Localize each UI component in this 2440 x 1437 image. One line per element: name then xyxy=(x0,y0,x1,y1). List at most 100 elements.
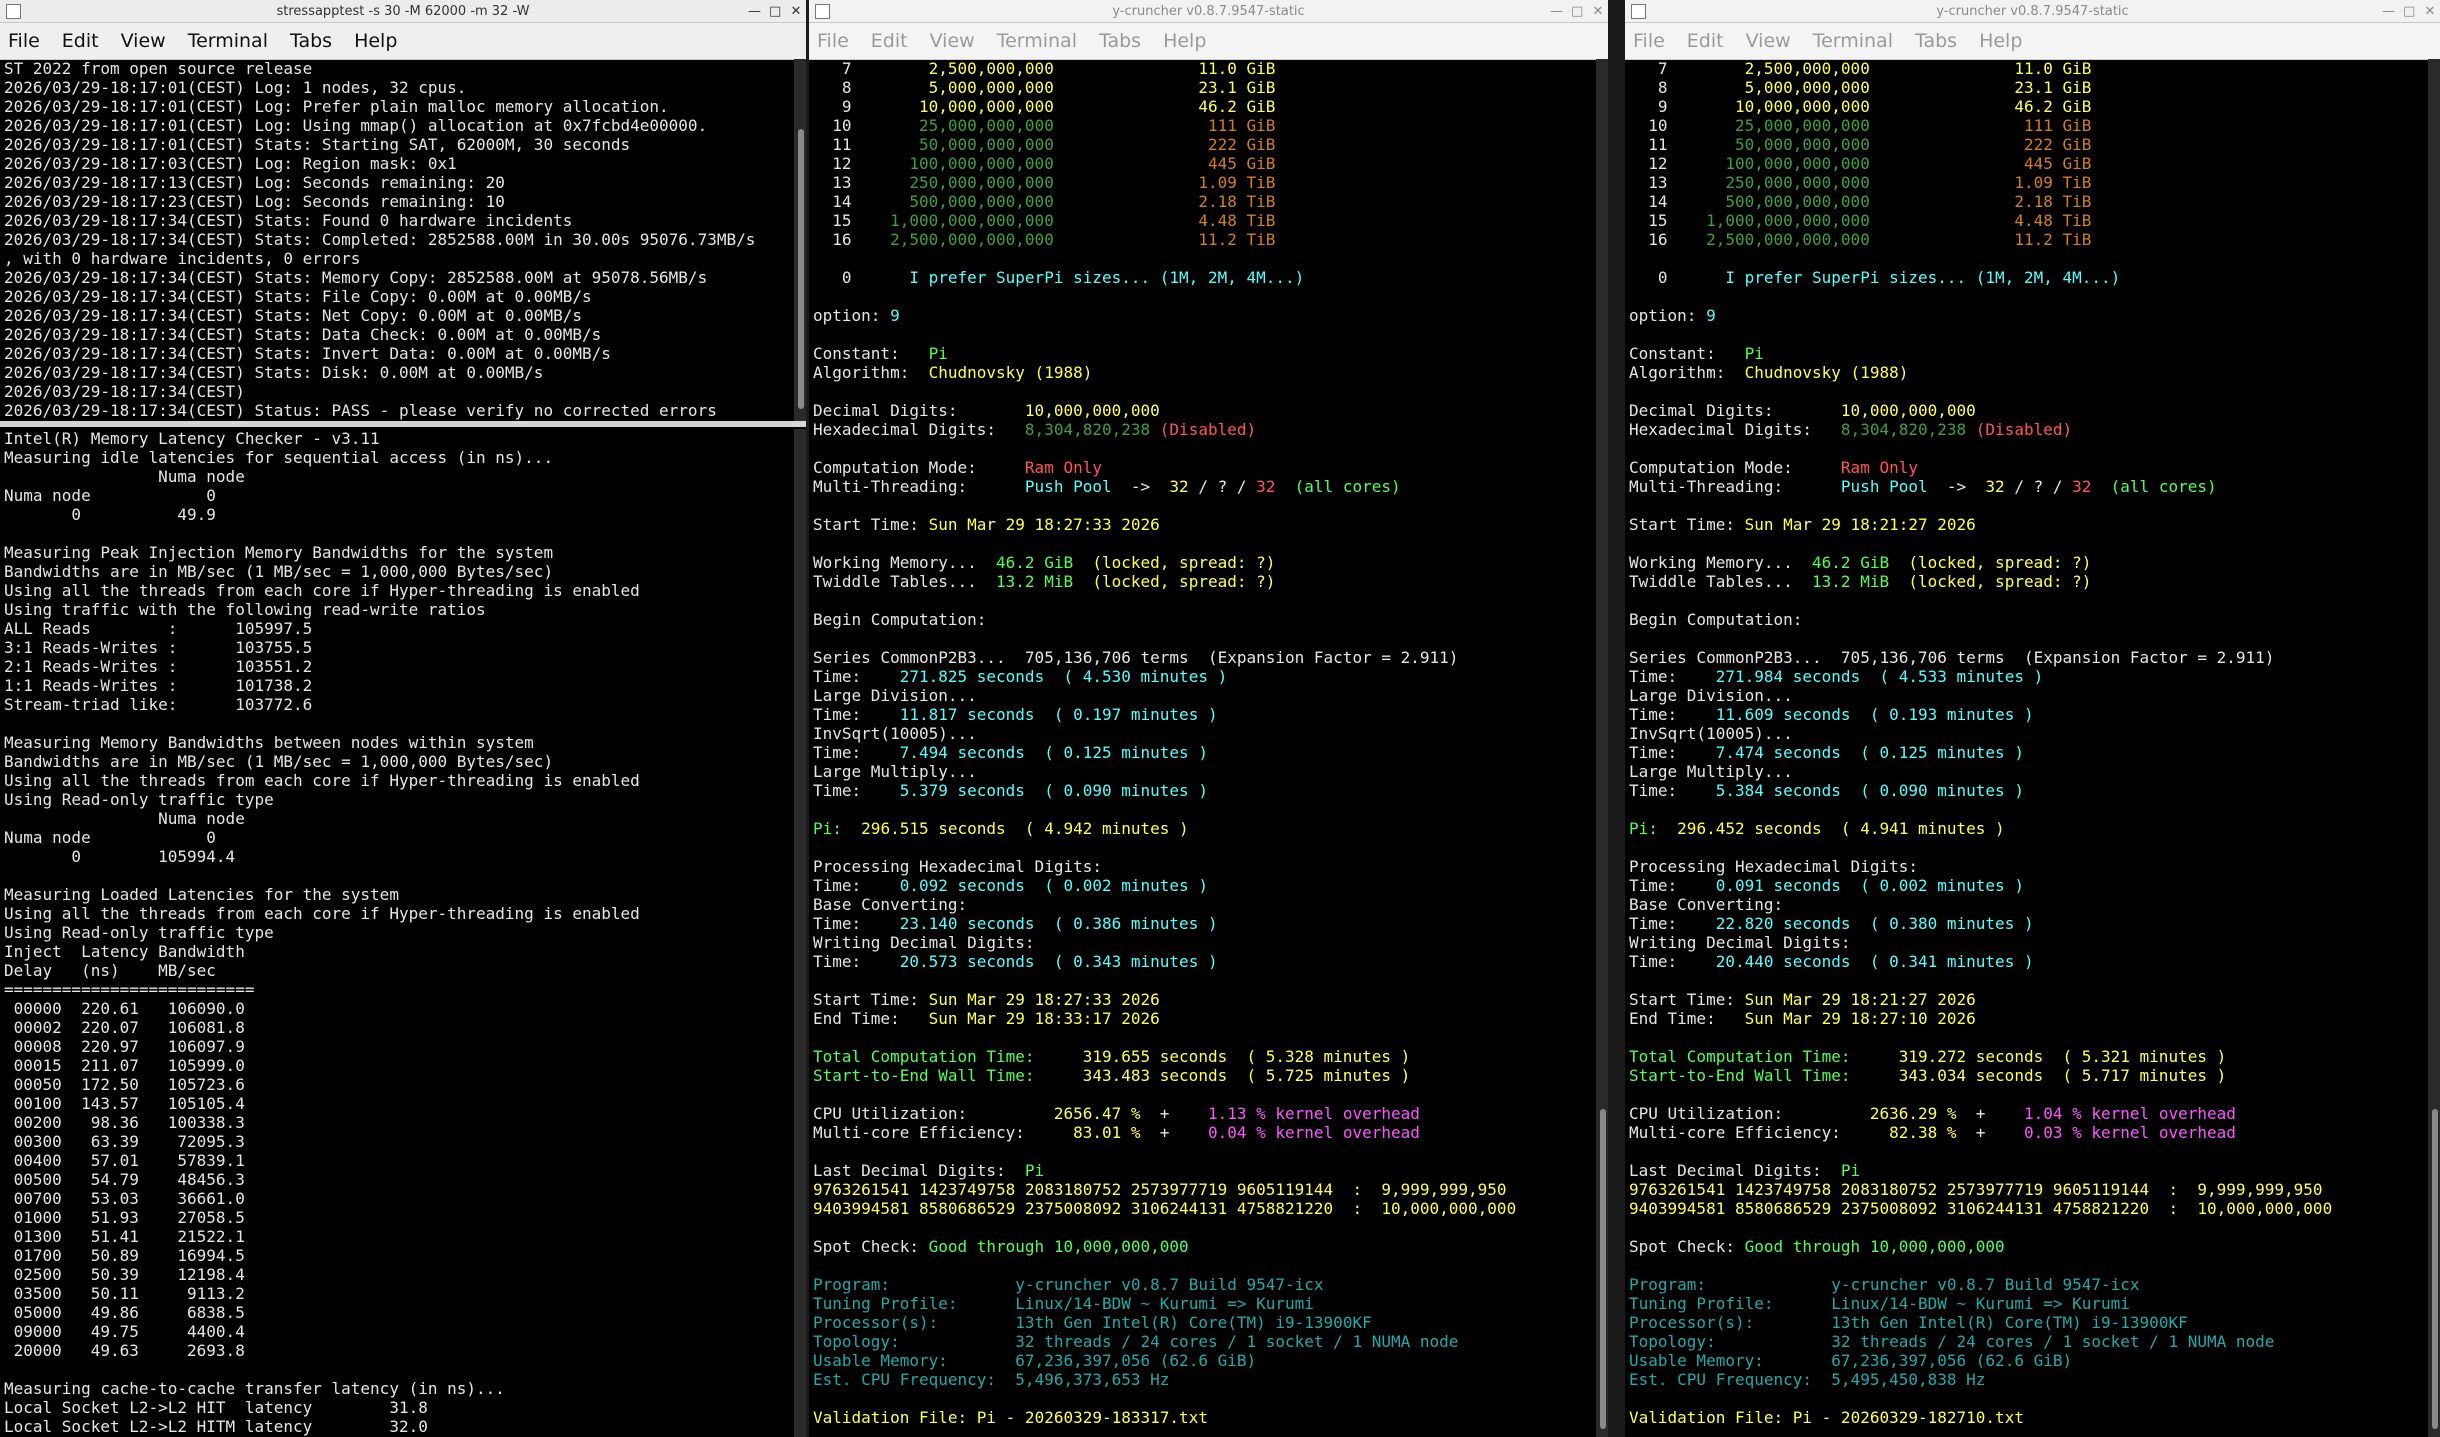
terminal-line: Numa node 0 xyxy=(4,828,216,847)
terminal-text: Twiddle Tables... xyxy=(1629,572,1813,591)
maximize-icon[interactable]: □ xyxy=(769,4,781,19)
close-icon[interactable]: ✕ xyxy=(790,4,802,19)
scrollbar[interactable] xyxy=(794,59,806,421)
terminal-text: 11.609 seconds ( 0.193 minutes ) xyxy=(1715,705,2034,724)
terminal-text: 9763261541 1423749758 2083180752 2573977… xyxy=(1629,1180,2323,1199)
terminal-text: 13.2 MiB xyxy=(1812,572,1890,591)
menu-file[interactable]: File xyxy=(1633,30,1665,52)
scrollbar[interactable] xyxy=(794,429,806,1437)
terminal-text: 25,000,000,000 xyxy=(1734,116,1870,135)
menu-help[interactable]: Help xyxy=(354,30,397,52)
menu-help[interactable]: Help xyxy=(1163,30,1206,52)
terminal-line: 00002 220.07 106081.8 xyxy=(4,1018,245,1037)
terminal-line: 3:1 Reads-Writes : 103755.5 xyxy=(4,638,313,657)
menu-terminal[interactable]: Terminal xyxy=(997,30,1077,52)
terminal-text: (locked, spread: ?) xyxy=(1073,572,1276,591)
terminal-text: Time: xyxy=(813,667,900,686)
terminal-text: 15 xyxy=(813,211,891,230)
terminal-text: Last Decimal Digits: xyxy=(813,1161,1025,1180)
menu-view[interactable]: View xyxy=(121,30,166,52)
terminal-text: 22.820 seconds ( 0.380 minutes ) xyxy=(1715,914,2034,933)
terminal-text: 20.573 seconds ( 0.343 minutes ) xyxy=(899,952,1218,971)
maximize-icon[interactable]: □ xyxy=(1571,4,1583,19)
terminal-text: Time: xyxy=(1629,667,1716,686)
terminal-text: Working Memory... xyxy=(813,553,997,572)
terminal-text: Usable Memory: xyxy=(813,1351,1016,1370)
menu-view[interactable]: View xyxy=(930,30,975,52)
terminal-line: Time: 11.609 seconds ( 0.193 minutes ) xyxy=(1629,705,2426,724)
minimize-icon[interactable]: — xyxy=(2382,4,2395,19)
terminal-line: 00400 57.01 57839.1 xyxy=(4,1151,245,1170)
menu-tabs[interactable]: Tabs xyxy=(290,30,332,52)
menu-edit[interactable]: Edit xyxy=(62,30,99,52)
close-icon[interactable]: ✕ xyxy=(1592,4,1604,19)
menu-file[interactable]: File xyxy=(817,30,849,52)
menu-tabs[interactable]: Tabs xyxy=(1915,30,1957,52)
terminal-window-ycruncher-2[interactable]: y-cruncher v0.8.7.9547-static — □ ✕ File… xyxy=(1625,0,2440,1437)
scrollbar-thumb[interactable] xyxy=(1600,1109,1606,1429)
terminal-text: 445 GiB xyxy=(1207,154,1276,173)
terminal-text: 11.2 TiB xyxy=(1198,230,1276,249)
terminal-text: 2.18 TiB xyxy=(2014,192,2092,211)
terminal-text: 2,500,000,000,000 xyxy=(890,230,1054,249)
terminal-text: 50,000,000,000 xyxy=(918,135,1054,154)
menu-file[interactable]: File xyxy=(8,30,40,52)
terminal-pane-mlc[interactable]: Intel(R) Memory Latency Checker - v3.11 M… xyxy=(0,429,792,1437)
scrollbar[interactable] xyxy=(1596,59,1608,1437)
maximize-icon[interactable]: □ xyxy=(2403,4,2415,19)
terminal-text: Sun Mar 29 18:27:33 2026 xyxy=(928,515,1160,534)
terminal-text: 46.2 GiB xyxy=(2014,97,2092,116)
menu-view[interactable]: View xyxy=(1746,30,1791,52)
pane-divider[interactable] xyxy=(0,421,806,427)
minimize-icon[interactable]: — xyxy=(748,4,761,19)
terminal-text: Large Division... xyxy=(1629,686,1793,705)
terminal-line: Large Division... xyxy=(1629,686,2426,705)
terminal-text: Hexadecimal Digits: xyxy=(813,420,1025,439)
terminal-window-ycruncher-1[interactable]: y-cruncher v0.8.7.9547-static — □ ✕ File… xyxy=(809,0,1608,1437)
terminal-line: Writing Decimal Digits: xyxy=(813,933,1594,952)
terminal-line: 9403994581 8580686529 2375008092 3106244… xyxy=(1629,1199,2426,1218)
terminal-pane-stressapptest[interactable]: ST 2022 from open source release 2026/03/… xyxy=(0,59,792,421)
terminal-line: Intel(R) Memory Latency Checker - v3.11 xyxy=(4,429,380,448)
terminal-line: 12 100,000,000,000 445 GiB xyxy=(813,154,1594,173)
menu-terminal[interactable]: Terminal xyxy=(188,30,268,52)
terminal-line: Last Decimal Digits: Pi xyxy=(813,1161,1594,1180)
menu-tabs[interactable]: Tabs xyxy=(1099,30,1141,52)
terminal-text: + xyxy=(1956,1123,2024,1142)
terminal-text: 319.272 seconds ( 5.321 minutes ) xyxy=(1898,1047,2227,1066)
terminal-text: Processing Hexadecimal Digits: xyxy=(1629,857,1918,876)
close-icon[interactable]: ✕ xyxy=(2424,4,2436,19)
terminal-line: Constant: Pi xyxy=(1629,344,2426,363)
minimize-icon[interactable]: — xyxy=(1550,4,1563,19)
terminal-text: Time: xyxy=(1629,743,1716,762)
title-bar[interactable]: y-cruncher v0.8.7.9547-static — □ ✕ xyxy=(1625,0,2440,23)
terminal-text: + xyxy=(1140,1123,1208,1142)
terminal-text: 23.1 GiB xyxy=(1198,78,1276,97)
menu-terminal[interactable]: Terminal xyxy=(1813,30,1893,52)
terminal-line: Time: 11.817 seconds ( 0.197 minutes ) xyxy=(813,705,1594,724)
terminal-text: Sun Mar 29 18:21:27 2026 xyxy=(1744,515,1976,534)
terminal-line: 0 105994.4 xyxy=(4,847,236,866)
title-bar[interactable]: stressapptest -s 30 -M 62000 -m 32 -W — … xyxy=(0,0,806,23)
terminal-pane-ycruncher[interactable]: 7 2,500,000,000 11.0 GiB 8 5,000,000,000… xyxy=(1625,59,2426,1437)
menu-edit[interactable]: Edit xyxy=(1687,30,1724,52)
terminal-line: 2026/03/29-18:17:01(CEST) Log: Using mma… xyxy=(4,116,708,135)
terminal-text: 67,236,397,056 (62.6 GiB) xyxy=(1015,1351,1257,1370)
scrollbar-thumb[interactable] xyxy=(798,129,804,409)
title-bar[interactable]: y-cruncher v0.8.7.9547-static — □ ✕ xyxy=(809,0,1608,23)
terminal-text: 8,304,820,238 xyxy=(1024,420,1151,439)
terminal-text: 9 xyxy=(890,306,900,325)
scrollbar[interactable] xyxy=(2428,59,2440,1437)
terminal-window-stressapptest[interactable]: stressapptest -s 30 -M 62000 -m 32 -W — … xyxy=(0,0,806,1437)
menu-edit[interactable]: Edit xyxy=(871,30,908,52)
terminal-pane-ycruncher[interactable]: 7 2,500,000,000 11.0 GiB 8 5,000,000,000… xyxy=(809,59,1594,1437)
menu-help[interactable]: Help xyxy=(1979,30,2022,52)
scrollbar-thumb[interactable] xyxy=(2432,1109,2438,1429)
terminal-text: 2656.47 % xyxy=(1053,1104,1141,1123)
